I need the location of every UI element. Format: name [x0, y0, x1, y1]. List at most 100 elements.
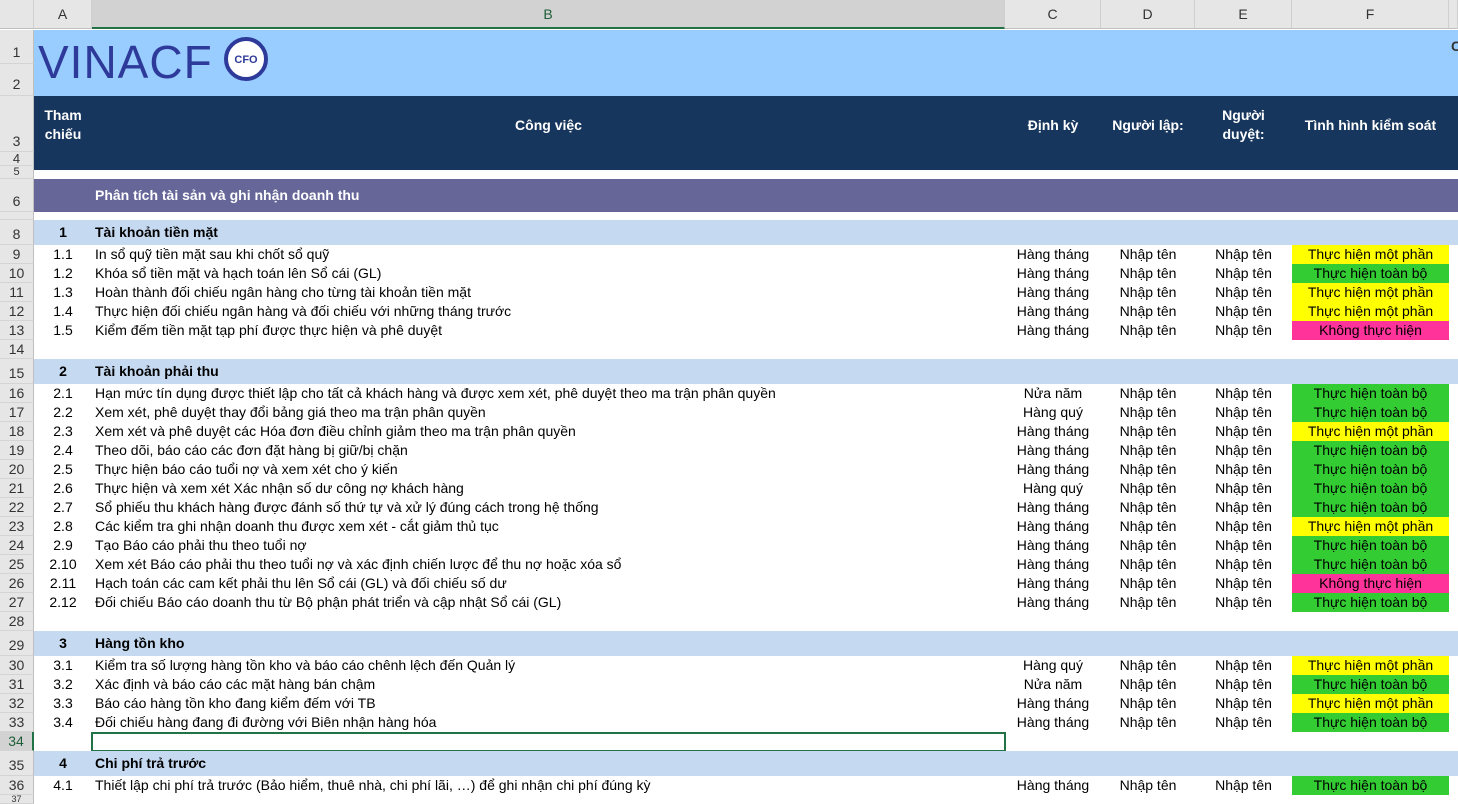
column-header-d[interactable]: D: [1101, 0, 1195, 29]
cell-maker[interactable]: Nhập tên: [1101, 403, 1195, 422]
cell-approver[interactable]: Nhập tên: [1195, 675, 1292, 694]
cell-period[interactable]: Hàng quý: [1005, 403, 1101, 422]
row-header-3[interactable]: 3: [0, 96, 34, 152]
cell-maker[interactable]: Nhập tên: [1101, 283, 1195, 302]
cell-status[interactable]: Thực hiện toàn bộ: [1292, 593, 1449, 612]
cell-status[interactable]: Thực hiện một phần: [1292, 422, 1449, 441]
cell-approver[interactable]: Nhập tên: [1195, 498, 1292, 517]
row-header-14[interactable]: 14: [0, 340, 34, 359]
cell-approver[interactable]: Nhập tên: [1195, 555, 1292, 574]
row-header-27[interactable]: 27: [0, 593, 34, 612]
row-header-19[interactable]: 19: [0, 441, 34, 460]
cell-task[interactable]: Thiết lập chi phí trả trước (Bảo hiểm, t…: [92, 776, 1005, 795]
cell-period[interactable]: Hàng tháng: [1005, 441, 1101, 460]
cell-period[interactable]: Hàng tháng: [1005, 536, 1101, 555]
cell-task[interactable]: Đối chiếu hàng đang đi đường với Biên nh…: [92, 713, 1005, 732]
cell-status[interactable]: Thực hiện một phần: [1292, 517, 1449, 536]
select-all-corner[interactable]: [0, 0, 34, 29]
cell-period[interactable]: Hàng quý: [1005, 479, 1101, 498]
row-header-11[interactable]: 11: [0, 283, 34, 302]
row-header-9[interactable]: 9: [0, 245, 34, 264]
cell-task[interactable]: Theo dõi, báo cáo các đơn đặt hàng bị gi…: [92, 441, 1005, 460]
cell-status[interactable]: Thực hiện toàn bộ: [1292, 441, 1449, 460]
row-header-25[interactable]: 25: [0, 555, 34, 574]
cell-maker[interactable]: Nhập tên: [1101, 675, 1195, 694]
cell-period[interactable]: Nửa năm: [1005, 384, 1101, 403]
cell-approver[interactable]: Nhập tên: [1195, 460, 1292, 479]
row-header-33[interactable]: 33: [0, 713, 34, 732]
category-title[interactable]: Tài khoản phải thu: [92, 359, 1005, 384]
row-header-23[interactable]: 23: [0, 517, 34, 536]
cell-task[interactable]: In sổ quỹ tiền mặt sau khi chốt sổ quỹ: [92, 245, 1005, 264]
cell-period[interactable]: Hàng tháng: [1005, 574, 1101, 593]
cell-period[interactable]: Hàng tháng: [1005, 460, 1101, 479]
cell-period[interactable]: Hàng tháng: [1005, 555, 1101, 574]
cell-approver[interactable]: Nhập tên: [1195, 321, 1292, 340]
cell-status[interactable]: Thực hiện toàn bộ: [1292, 555, 1449, 574]
cell-approver[interactable]: Nhập tên: [1195, 245, 1292, 264]
category-number[interactable]: 3: [34, 631, 92, 656]
cell-reference[interactable]: 1.1: [34, 245, 92, 264]
cell-status[interactable]: Thực hiện một phần: [1292, 302, 1449, 321]
cell-period[interactable]: Hàng tháng: [1005, 245, 1101, 264]
active-cell-b34[interactable]: [91, 732, 1006, 752]
cell-maker[interactable]: Nhập tên: [1101, 479, 1195, 498]
cell-task[interactable]: Hoàn thành đối chiếu ngân hàng cho từng …: [92, 283, 1005, 302]
cell-task[interactable]: Hạch toán các cam kết phải thu lên Sổ cá…: [92, 574, 1005, 593]
cell-period[interactable]: Hàng tháng: [1005, 713, 1101, 732]
cell-maker[interactable]: Nhập tên: [1101, 498, 1195, 517]
row-header-17[interactable]: 17: [0, 403, 34, 422]
cell-reference[interactable]: 1.2: [34, 264, 92, 283]
column-header-b[interactable]: B: [92, 0, 1005, 29]
row-header-7[interactable]: [0, 212, 34, 220]
cell-maker[interactable]: Nhập tên: [1101, 555, 1195, 574]
cell-period[interactable]: Hàng tháng: [1005, 517, 1101, 536]
category-number[interactable]: 1: [34, 220, 92, 245]
cell-reference[interactable]: 2.10: [34, 555, 92, 574]
cell-status[interactable]: Thực hiện một phần: [1292, 283, 1449, 302]
cell-status[interactable]: Thực hiện một phần: [1292, 656, 1449, 675]
cell-maker[interactable]: Nhập tên: [1101, 422, 1195, 441]
cell-period[interactable]: Hàng tháng: [1005, 302, 1101, 321]
cell-reference[interactable]: 1.5: [34, 321, 92, 340]
cell-task[interactable]: Xem xét và phê duyệt các Hóa đơn điều ch…: [92, 422, 1005, 441]
cell-maker[interactable]: Nhập tên: [1101, 264, 1195, 283]
column-header-g[interactable]: [1449, 0, 1458, 29]
cell-period[interactable]: Hàng tháng: [1005, 593, 1101, 612]
cell-status[interactable]: Thực hiện toàn bộ: [1292, 460, 1449, 479]
cell-task[interactable]: Thực hiện đối chiếu ngân hàng và đối chi…: [92, 302, 1005, 321]
row-header-28[interactable]: 28: [0, 612, 34, 631]
cell-status[interactable]: Thực hiện toàn bộ: [1292, 675, 1449, 694]
row-header-2[interactable]: 2: [0, 64, 34, 96]
cell-maker[interactable]: Nhập tên: [1101, 574, 1195, 593]
cell-reference[interactable]: 3.3: [34, 694, 92, 713]
cell-reference[interactable]: 2.2: [34, 403, 92, 422]
cell-approver[interactable]: Nhập tên: [1195, 776, 1292, 795]
cell-reference[interactable]: 2.11: [34, 574, 92, 593]
cell-status[interactable]: Thực hiện toàn bộ: [1292, 479, 1449, 498]
cell-task[interactable]: Thực hiện và xem xét Xác nhận số dư công…: [92, 479, 1005, 498]
cell-period[interactable]: Hàng tháng: [1005, 422, 1101, 441]
cell-approver[interactable]: Nhập tên: [1195, 656, 1292, 675]
cell-maker[interactable]: Nhập tên: [1101, 441, 1195, 460]
cell-approver[interactable]: Nhập tên: [1195, 384, 1292, 403]
row-header-16[interactable]: 16: [0, 384, 34, 403]
cell-reference[interactable]: 3.2: [34, 675, 92, 694]
cell-reference[interactable]: 2.9: [34, 536, 92, 555]
category-number[interactable]: 2: [34, 359, 92, 384]
cell-approver[interactable]: Nhập tên: [1195, 441, 1292, 460]
cell-reference[interactable]: 3.1: [34, 656, 92, 675]
cell-maker[interactable]: Nhập tên: [1101, 776, 1195, 795]
cell-status[interactable]: Thực hiện một phần: [1292, 694, 1449, 713]
cell-reference[interactable]: 1.3: [34, 283, 92, 302]
cell-period[interactable]: Hàng tháng: [1005, 283, 1101, 302]
cell-status[interactable]: Thực hiện một phần: [1292, 245, 1449, 264]
cell-reference[interactable]: 2.3: [34, 422, 92, 441]
row-header-20[interactable]: 20: [0, 460, 34, 479]
cell-maker[interactable]: Nhập tên: [1101, 321, 1195, 340]
row-header-12[interactable]: 12: [0, 302, 34, 321]
row-header-24[interactable]: 24: [0, 536, 34, 555]
category-number[interactable]: 4: [34, 751, 92, 776]
cell-status[interactable]: Thực hiện toàn bộ: [1292, 498, 1449, 517]
cell-maker[interactable]: Nhập tên: [1101, 384, 1195, 403]
